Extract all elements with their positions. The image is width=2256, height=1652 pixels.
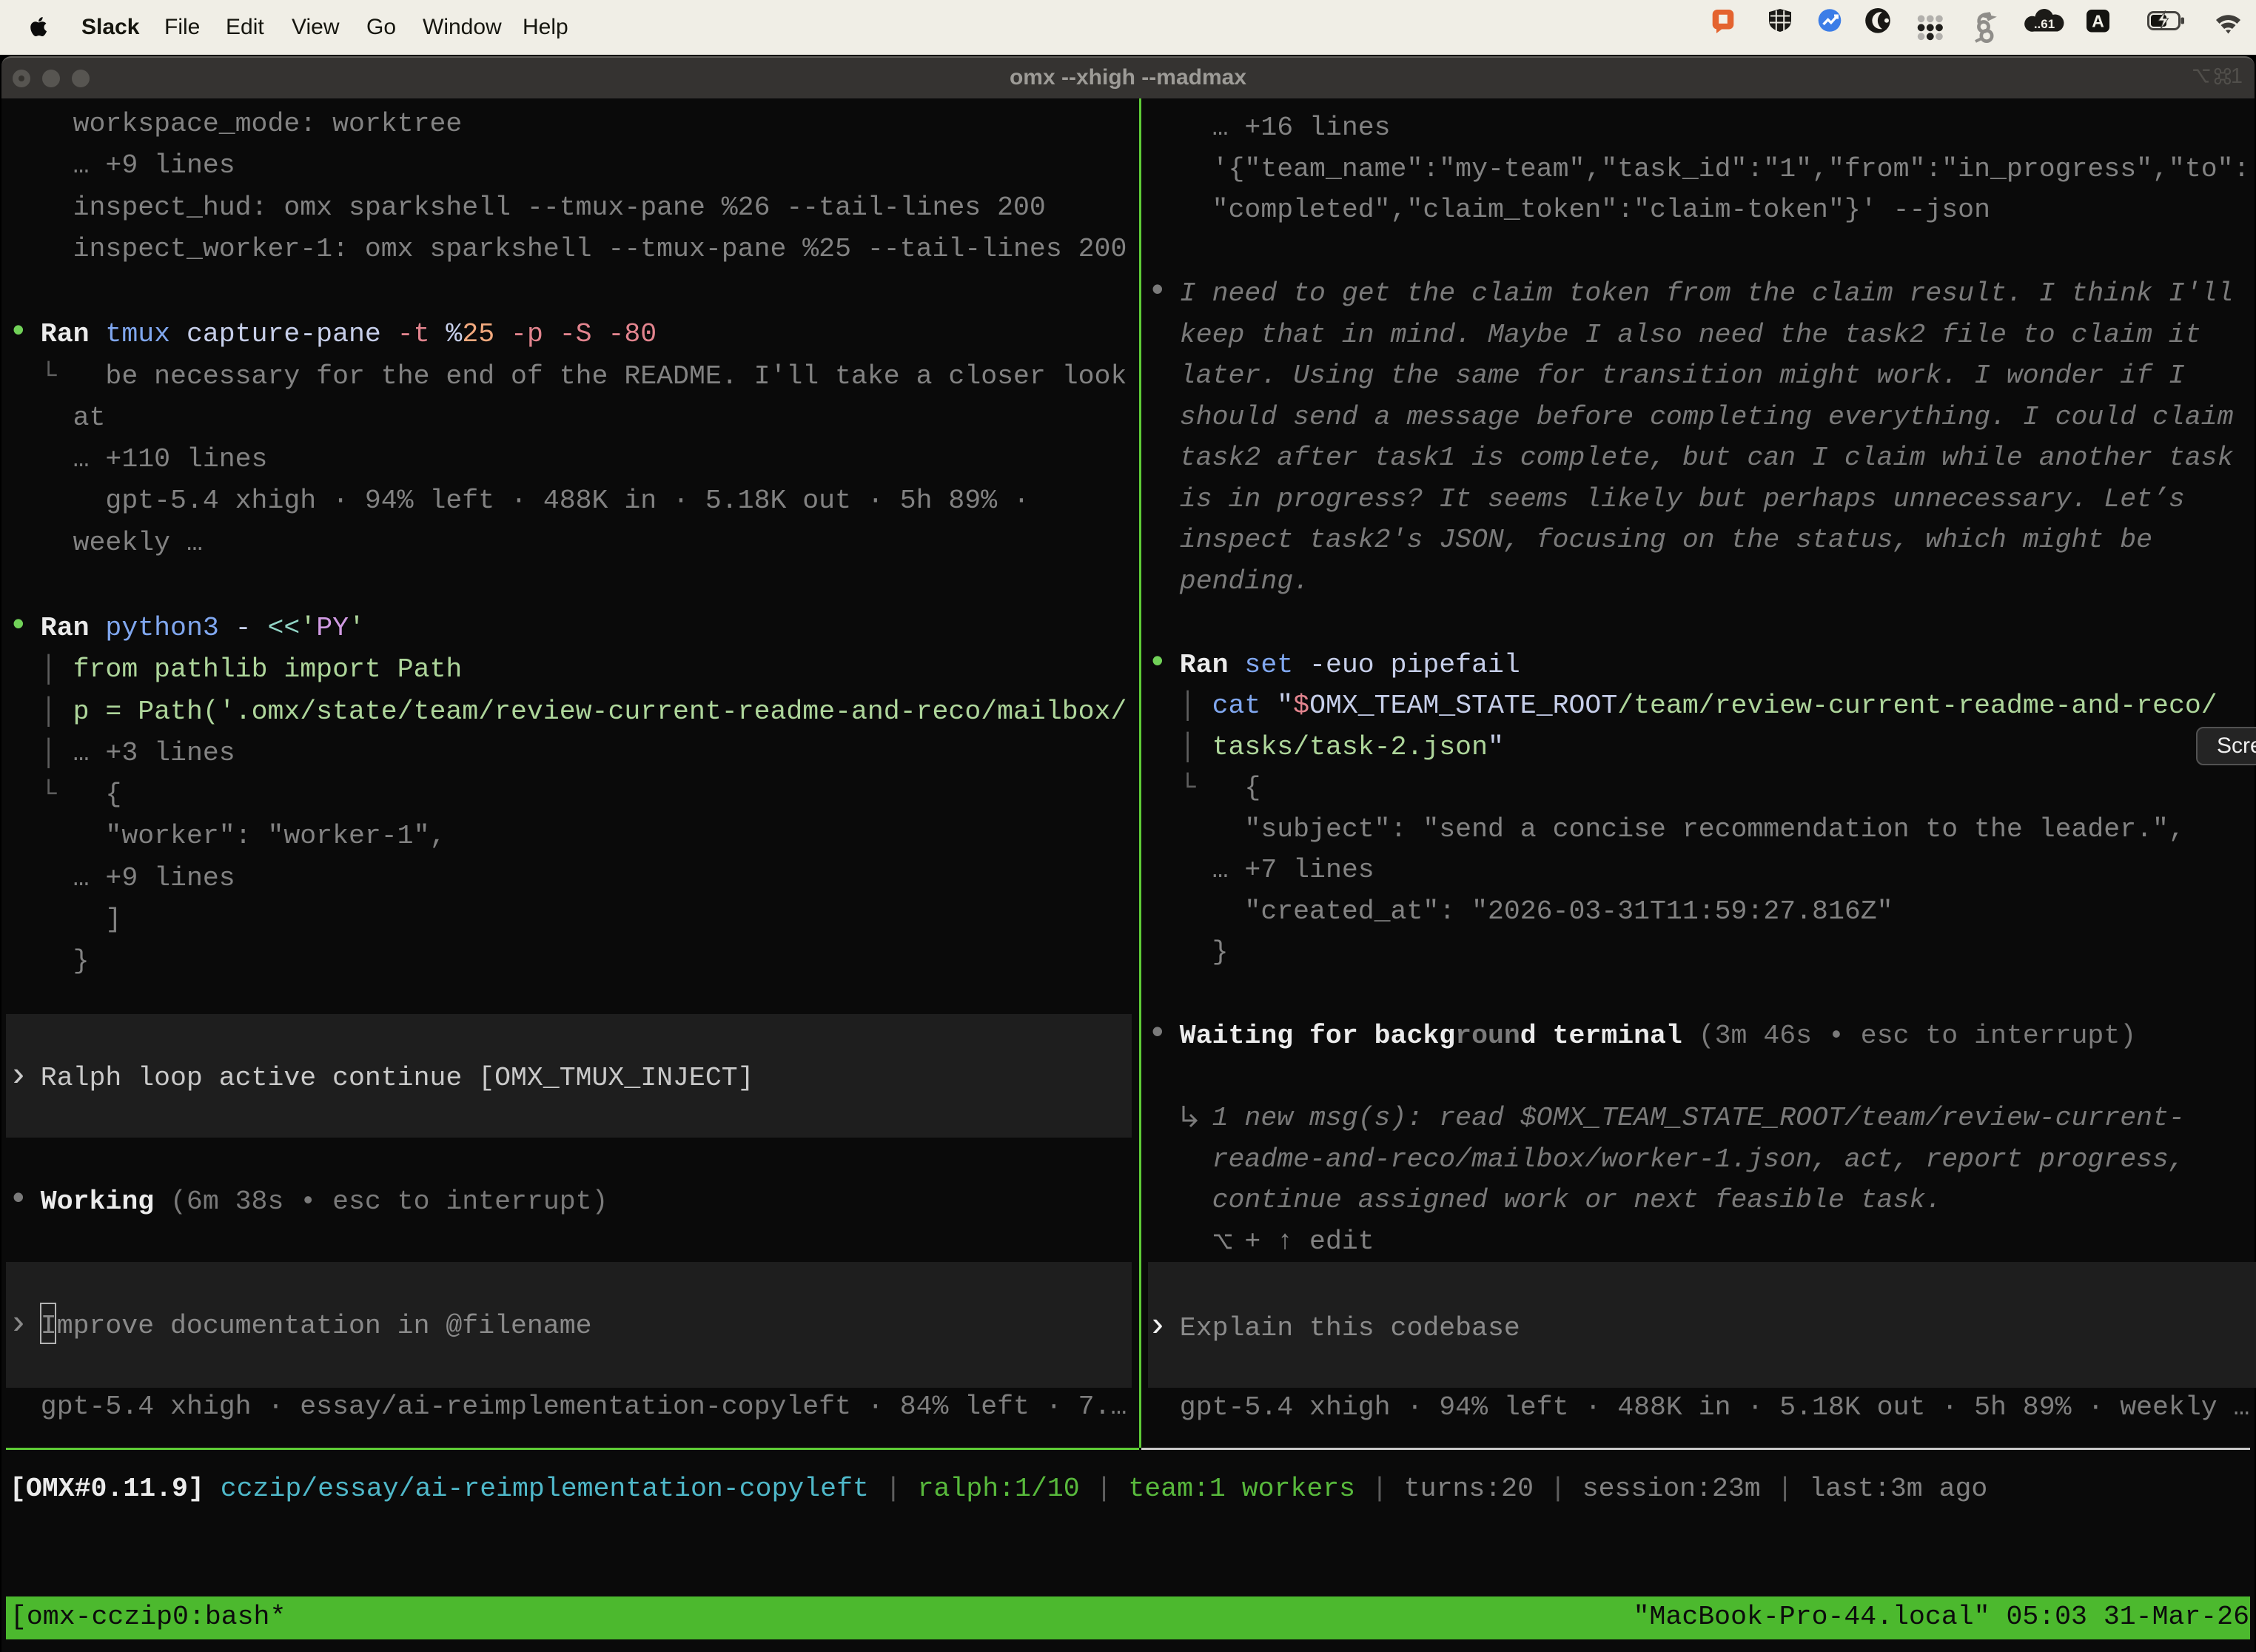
svg-text:A: A (2092, 12, 2104, 31)
svg-text:..61: ..61 (2034, 17, 2055, 31)
